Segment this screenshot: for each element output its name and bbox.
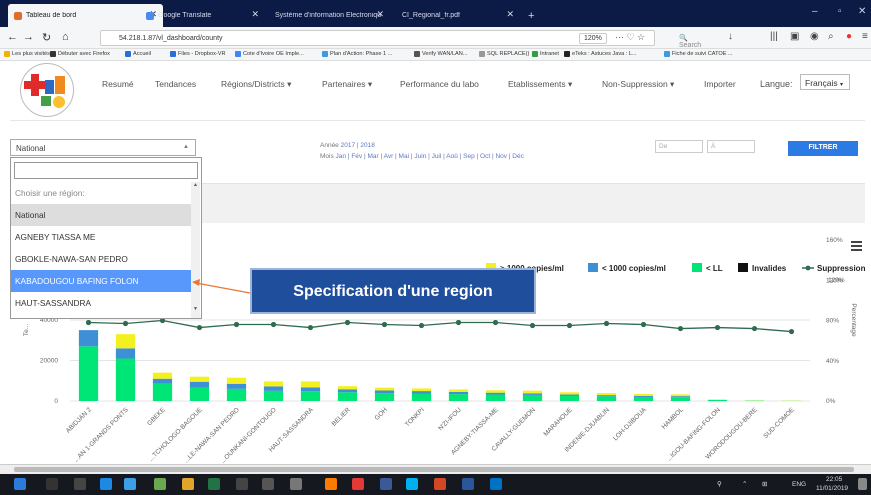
page-hscrollbar[interactable] xyxy=(0,464,871,474)
task-view-icon[interactable] xyxy=(74,478,86,490)
excel-icon[interactable] xyxy=(208,478,220,490)
facebook-icon[interactable] xyxy=(380,478,392,490)
network-icon[interactable]: ⊞ xyxy=(762,480,767,488)
powerpoint-icon[interactable] xyxy=(434,478,446,490)
os-taskbar: ⚲ ⌃ ⊞ ENG 22:05 11/01/2019 xyxy=(0,474,871,495)
app-icon[interactable] xyxy=(290,478,302,490)
screen: Tableau de bord ✕ Google Translate ✕ Sys… xyxy=(0,0,871,495)
skype-icon[interactable] xyxy=(406,478,418,490)
tray-chevron-icon[interactable]: ⌃ xyxy=(742,480,747,488)
maps-icon[interactable] xyxy=(236,478,248,490)
edge-icon[interactable] xyxy=(100,478,112,490)
clock-time: 22:05 xyxy=(826,476,843,483)
notifications-icon[interactable] xyxy=(858,478,867,490)
language-indicator[interactable]: ENG xyxy=(792,481,806,488)
firefox-icon[interactable] xyxy=(325,478,337,490)
store-icon[interactable] xyxy=(182,478,194,490)
mail-icon[interactable] xyxy=(262,478,274,490)
clock-date: 11/01/2019 xyxy=(816,485,849,492)
app-icon[interactable] xyxy=(154,478,166,490)
opera-icon[interactable] xyxy=(352,478,364,490)
user-icon[interactable]: ⚲ xyxy=(717,480,722,488)
annotation-arrow xyxy=(192,279,251,294)
file-explorer-icon[interactable] xyxy=(124,478,136,490)
search-icon[interactable] xyxy=(46,478,58,490)
word-icon[interactable] xyxy=(462,478,474,490)
outlook-icon[interactable] xyxy=(490,478,502,490)
windows-start-icon[interactable] xyxy=(14,478,26,490)
